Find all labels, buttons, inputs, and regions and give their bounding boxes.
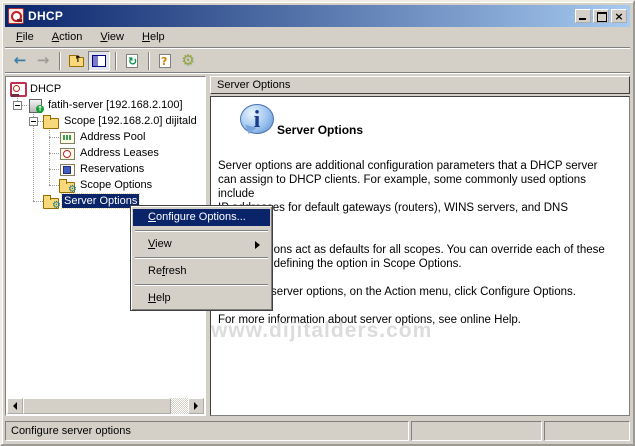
menu-action[interactable]: Action	[44, 28, 91, 46]
description-paragraph: Server options are additional configurat…	[218, 159, 623, 229]
collapse-icon[interactable]	[29, 117, 38, 126]
tree-item-address-pool[interactable]: Address Pool	[7, 129, 204, 145]
refresh-icon[interactable]: ↻	[121, 51, 143, 71]
help-icon[interactable]: ?	[154, 51, 176, 71]
minimize-icon[interactable]	[575, 9, 591, 23]
dhcp-console-window: DHCP × File Action View Help ← → ↑ ↻ ? ⚙	[0, 0, 635, 446]
reservations-icon	[59, 161, 75, 177]
address-leases-icon	[59, 145, 75, 161]
back-icon[interactable]: ←	[9, 51, 31, 71]
export-list-icon[interactable]: ⚙	[177, 51, 199, 71]
toolbar: ← → ↑ ↻ ? ⚙	[5, 49, 630, 73]
menu-view[interactable]: View	[92, 28, 132, 46]
options-folder-icon: ⚙	[59, 177, 75, 193]
up-one-level-icon[interactable]: ↑	[65, 51, 87, 71]
results-pane-content: Server Options Server options are additi…	[210, 96, 630, 416]
watermark: www.dijitalders.com	[211, 319, 432, 343]
description-paragraph: To set the server options, on the Action…	[218, 285, 623, 299]
scroll-right-icon[interactable]	[188, 398, 204, 414]
maximize-icon[interactable]	[593, 9, 609, 23]
title-bar[interactable]: DHCP ×	[5, 5, 630, 27]
status-panel	[411, 421, 542, 441]
dhcp-app-icon	[8, 8, 24, 24]
menu-item-view[interactable]: View	[133, 236, 270, 253]
menu-file[interactable]: File	[8, 28, 42, 46]
close-icon[interactable]: ×	[611, 9, 627, 23]
status-panel	[544, 421, 630, 441]
tree-item-scope[interactable]: Scope [192.168.2.0] dijitald	[7, 113, 204, 129]
selected-tree-label: Server Options	[62, 194, 139, 208]
status-bar: Configure server options	[5, 419, 630, 441]
menu-item-refresh[interactable]: Refresh	[133, 263, 270, 280]
menu-separator	[135, 230, 268, 232]
scrollbar-track[interactable]	[171, 398, 188, 414]
tree-item-server[interactable]: fatih-server [192.168.2.100]	[7, 97, 204, 113]
toolbar-separator	[59, 52, 61, 70]
info-icon	[240, 104, 274, 134]
results-pane-header: Server Options	[210, 76, 630, 94]
folder-icon	[43, 113, 59, 129]
collapse-icon[interactable]	[13, 101, 22, 110]
options-folder-icon: ⚙	[43, 193, 59, 209]
toolbar-separator	[148, 52, 150, 70]
main-area: DHCP fatih-server [192.168.2.100] Scope …	[5, 74, 630, 416]
toolbar-separator	[115, 52, 117, 70]
server-options-heading: Server Options	[277, 123, 363, 137]
forward-icon[interactable]: →	[32, 51, 54, 71]
tree-item-scope-options[interactable]: ⚙ Scope Options	[7, 177, 204, 193]
menu-bar: File Action View Help	[5, 27, 630, 48]
menu-help[interactable]: Help	[134, 28, 173, 46]
menu-item-help[interactable]: Help	[133, 290, 270, 307]
horizontal-scrollbar[interactable]	[7, 398, 204, 414]
description-paragraph: Server options act as defaults for all s…	[218, 243, 623, 271]
window-title: DHCP	[28, 9, 573, 23]
menu-separator	[135, 257, 268, 259]
server-options-description: Server options are additional configurat…	[218, 159, 623, 341]
dhcp-root-icon	[9, 81, 25, 97]
menu-item-configure-options[interactable]: Configure Options...	[133, 209, 270, 226]
status-text: Configure server options	[5, 421, 409, 441]
show-hide-console-tree-icon[interactable]	[88, 51, 110, 71]
submenu-arrow-icon	[255, 241, 264, 249]
address-pool-icon	[59, 129, 75, 145]
server-icon	[27, 97, 43, 113]
tree-item-reservations[interactable]: Reservations	[7, 161, 204, 177]
tree-item-dhcp-root[interactable]: DHCP	[7, 81, 204, 97]
menu-separator	[135, 284, 268, 286]
scrollbar-thumb[interactable]	[23, 398, 171, 414]
tree-item-address-leases[interactable]: Address Leases	[7, 145, 204, 161]
scroll-left-icon[interactable]	[7, 398, 23, 414]
context-menu: Configure Options... View Refresh Help	[130, 205, 273, 311]
results-pane: Server Options Server Options Server opt…	[210, 76, 630, 416]
